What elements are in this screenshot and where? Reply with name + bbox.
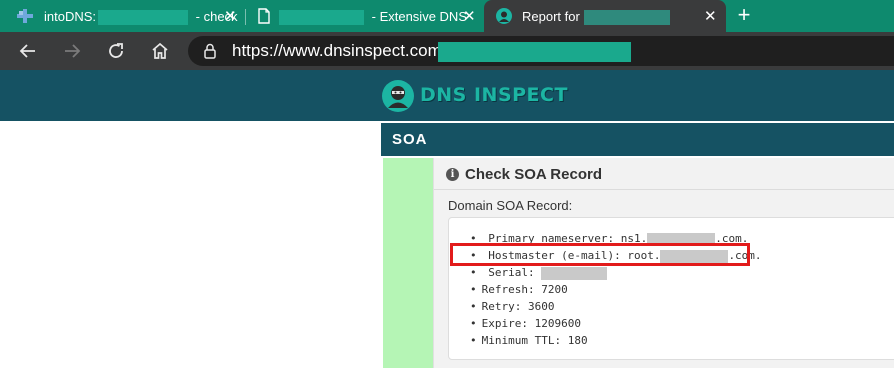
back-button[interactable] — [16, 39, 40, 63]
record-refresh: Refresh: 7200 — [470, 281, 762, 298]
dnsinspect-favicon-icon — [496, 8, 512, 24]
info-icon: i — [446, 168, 459, 181]
tab-title-suffix: - Extensive DNS — [371, 9, 467, 24]
tab-report-active[interactable]: Report for ✕ — [484, 0, 726, 32]
intodns-favicon-icon — [17, 9, 33, 23]
new-tab-button[interactable]: + — [733, 4, 755, 26]
section-header-soa: SOA — [381, 123, 894, 156]
record-text: Serial: — [488, 266, 535, 279]
close-tab-icon[interactable]: ✕ — [463, 9, 476, 24]
redacted-serial — [541, 266, 608, 280]
redacted-domain — [98, 10, 189, 26]
panel-header: i Check SOA Record — [434, 158, 894, 190]
site-header: DNS INSPECT — [0, 70, 894, 121]
soa-record-box: Primary nameserver: ns1..com. Hostmaster… — [448, 217, 894, 360]
home-button[interactable] — [148, 39, 172, 63]
close-tab-icon[interactable]: ✕ — [224, 9, 237, 24]
hostmaster-highlight-box — [450, 243, 750, 266]
redacted-domain — [279, 10, 364, 26]
panel-title: Check SOA Record — [465, 166, 602, 183]
tab-intodns[interactable]: intoDNS: - check ✕ — [0, 0, 245, 32]
tab-title: Report for — [522, 9, 580, 24]
tab-extensive-dns[interactable]: - Extensive DNS ✕ — [246, 0, 482, 32]
record-expire: Expire: 1209600 — [470, 315, 762, 332]
close-tab-icon[interactable]: ✕ — [704, 9, 717, 24]
document-icon — [258, 8, 270, 24]
site-logo-text[interactable]: DNS INSPECT — [420, 84, 568, 106]
forward-button[interactable] — [60, 39, 84, 63]
back-arrow-icon — [19, 44, 35, 58]
url-text[interactable]: https://www.dnsinspect.com/ — [232, 41, 446, 61]
lock-icon[interactable] — [204, 43, 216, 59]
record-serial: Serial: — [470, 264, 762, 281]
tab-title: intoDNS: — [44, 9, 97, 24]
status-ok-column — [383, 158, 433, 368]
browser-toolbar: https://www.dnsinspect.com/ — [0, 32, 894, 70]
record-minimum-ttl: Minimum TTL: 180 — [470, 332, 762, 349]
reload-icon — [109, 43, 123, 58]
redacted-url-path — [438, 42, 631, 62]
tab-strip: intoDNS: - check ✕ - Extensive DNS ✕ Rep… — [0, 0, 894, 32]
domain-soa-label: Domain SOA Record: — [448, 198, 573, 213]
address-bar[interactable]: https://www.dnsinspect.com/ — [188, 36, 894, 66]
ninja-logo-icon[interactable] — [382, 80, 414, 112]
reload-button[interactable] — [104, 39, 128, 63]
forward-arrow-icon — [65, 44, 81, 58]
record-retry: Retry: 3600 — [470, 298, 762, 315]
redacted-domain — [583, 10, 670, 26]
home-icon — [152, 42, 168, 59]
section-title: SOA — [392, 131, 428, 148]
